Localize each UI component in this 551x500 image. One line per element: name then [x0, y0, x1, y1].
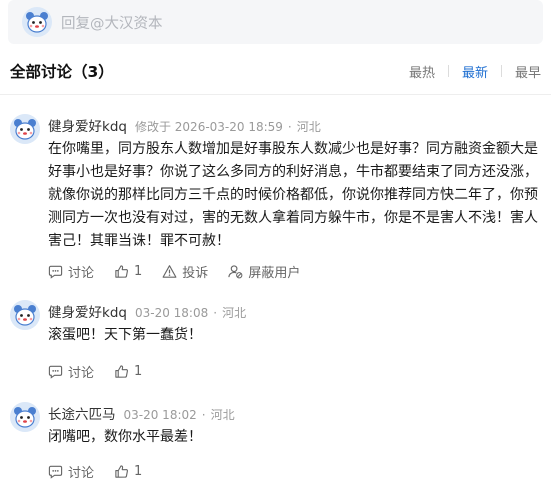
comment-text: 在你嘴里，同方股东人数增加是好事股东人数减少也是好事？同方融资金额大是好事小也是…: [48, 141, 538, 249]
bear-avatar-icon: [10, 300, 40, 330]
sort-newest-tab[interactable]: 最新: [462, 62, 488, 81]
comment-actions: 讨论 1 投诉 屏蔽用户: [48, 262, 320, 281]
like-count: 1: [134, 364, 143, 379]
comment-discuss-button[interactable]: 讨论: [48, 362, 94, 381]
meta-separator: ·: [201, 408, 206, 422]
like-button[interactable]: 1: [114, 264, 142, 279]
comment-meta: 健身爱好kdq 修改于 2026-03-20 18:59 · 河北: [48, 115, 321, 135]
warning-triangle-icon: [162, 265, 177, 278]
block-user-label: 屏蔽用户: [248, 266, 301, 281]
comment-actions: 讨论 1: [48, 462, 162, 481]
header-divider: [0, 94, 551, 95]
bear-avatar-icon: [10, 402, 40, 432]
comment-bubble-icon: [48, 265, 63, 279]
sort-divider: [500, 65, 502, 77]
sort-tabs: 最热 最新 最早: [409, 62, 541, 81]
block-user-icon: [228, 265, 243, 279]
comment-time: 修改于 2026-03-20 18:59: [134, 120, 283, 134]
comment-text: 闭嘴吧，数你水平最差！: [48, 429, 202, 445]
comment-discuss-button[interactable]: 讨论: [48, 262, 94, 281]
comment-bubble-icon: [48, 465, 63, 479]
comment-discuss-button[interactable]: 讨论: [48, 462, 94, 481]
comment-actions: 讨论 1: [48, 362, 162, 381]
bear-avatar-icon: [10, 114, 40, 144]
thumbs-up-icon: [115, 365, 128, 378]
discuss-label: 讨论: [68, 366, 95, 381]
meta-separator: ·: [213, 306, 218, 320]
discuss-label: 讨论: [68, 266, 95, 281]
report-label: 投诉: [182, 266, 209, 281]
avatar[interactable]: [10, 402, 40, 432]
discussion-title: 全部讨论（3）: [10, 63, 114, 81]
sort-divider: [447, 65, 449, 77]
reply-placeholder: 回复@大汉资本: [61, 15, 163, 32]
avatar: [22, 7, 52, 37]
comment-location: 河北: [210, 408, 235, 422]
reply-input[interactable]: 回复@大汉资本: [8, 0, 543, 44]
avatar[interactable]: [10, 300, 40, 330]
sort-hot-tab[interactable]: 最热: [409, 62, 435, 81]
comment-username[interactable]: 健身爱好kdq: [48, 301, 127, 321]
like-count: 1: [134, 264, 143, 279]
bear-avatar-icon: [22, 7, 52, 37]
like-count: 1: [134, 464, 143, 479]
report-button[interactable]: 投诉: [162, 262, 208, 281]
comment-bubble-icon: [48, 365, 63, 379]
comment-meta: 长途六匹马 03-20 18:02 · 河北: [48, 403, 235, 423]
comment-location: 河北: [222, 306, 247, 320]
thumbs-up-icon: [115, 265, 128, 278]
comment-item: 健身爱好kdq 修改于 2026-03-20 18:59 · 河北 在你嘴里，同…: [10, 114, 541, 284]
like-button[interactable]: 1: [114, 364, 142, 379]
comment-location: 河北: [296, 120, 321, 134]
comment-time: 03-20 18:08: [134, 306, 209, 320]
comment-text: 滚蛋吧！天下第一蠢货！: [48, 327, 202, 343]
comment-meta: 健身爱好kdq 03-20 18:08 · 河北: [48, 301, 246, 321]
avatar[interactable]: [10, 114, 40, 144]
comment-username[interactable]: 健身爱好kdq: [48, 115, 127, 135]
meta-separator: ·: [287, 120, 292, 134]
block-user-button[interactable]: 屏蔽用户: [228, 262, 300, 281]
comment-time: 03-20 18:02: [123, 408, 197, 422]
comment-item: 长途六匹马 03-20 18:02 · 河北 闭嘴吧，数你水平最差！ 讨论 1: [10, 402, 541, 492]
like-button[interactable]: 1: [114, 464, 142, 479]
comment-username[interactable]: 长途六匹马: [48, 403, 116, 423]
thumbs-up-icon: [115, 465, 128, 478]
discuss-label: 讨论: [68, 466, 95, 481]
sort-oldest-tab[interactable]: 最早: [515, 62, 541, 81]
discussion-header: 全部讨论（3） 最热 最新 最早: [10, 56, 541, 86]
comment-item: 健身爱好kdq 03-20 18:08 · 河北 滚蛋吧！天下第一蠢货！ 讨论 …: [10, 300, 541, 385]
